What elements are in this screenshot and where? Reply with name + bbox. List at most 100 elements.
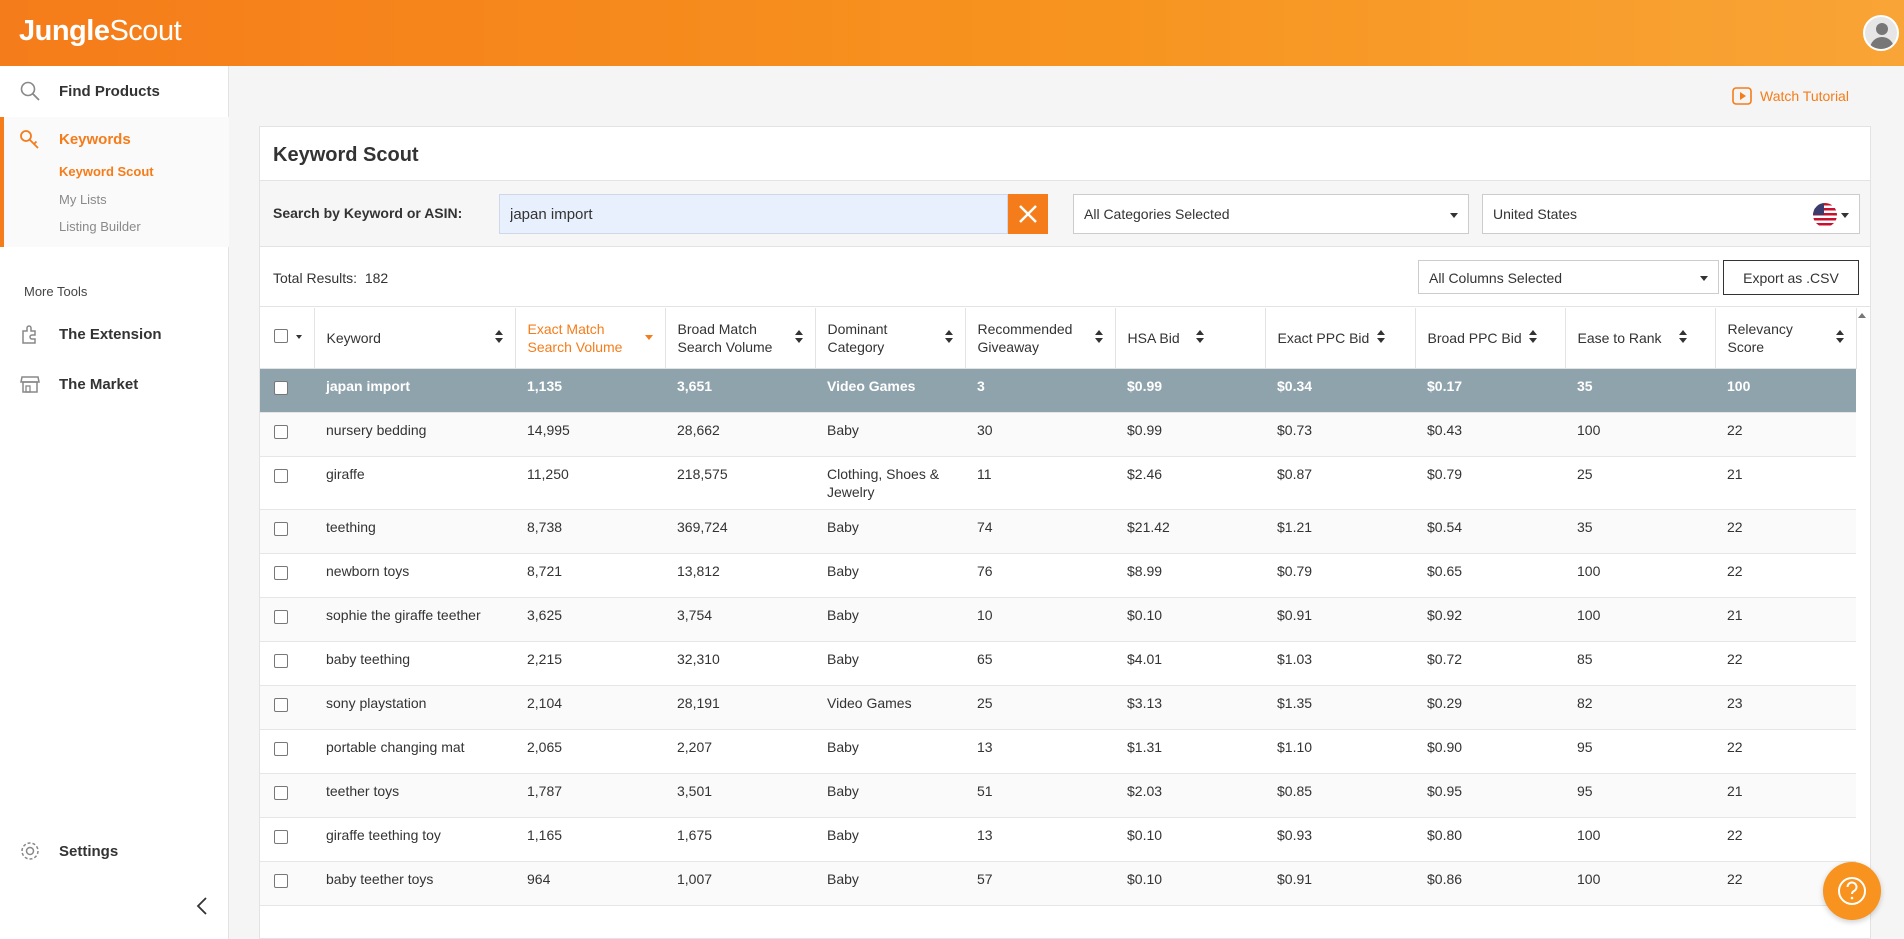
header-hsa-bid[interactable]: HSA Bid [1115, 308, 1266, 369]
keywords-section: Keywords Keyword Scout My Lists Listing … [0, 117, 229, 247]
header-keyword[interactable]: Keyword [314, 308, 516, 369]
cell-relevancy-score: 21 [1715, 773, 1856, 818]
sidebar-item-extension[interactable]: The Extension [0, 319, 229, 349]
cell-dominant-category: Baby [815, 773, 965, 818]
cell-hsa-bid: $21.42 [1115, 509, 1265, 554]
table-row[interactable]: teether toys 1,787 3,501 Baby 51 $2.03 $0.85 $0… [260, 773, 1856, 818]
jungle-scout-logo[interactable]: JungleScout [19, 15, 182, 48]
clear-search-button[interactable] [1008, 194, 1048, 234]
scroll-up-arrow[interactable] [1858, 313, 1866, 318]
table-row[interactable]: sophie the giraffe teether 3,625 3,754 Baby… [260, 597, 1856, 642]
row-checkbox[interactable] [274, 565, 288, 580]
cell-dominant-category: Baby [815, 641, 965, 686]
cell-exact-search-volume: 8,738 [515, 509, 665, 554]
top-bar: JungleScout [0, 0, 1904, 66]
header-recommended-giveaway[interactable]: Recommended Giveaway [965, 308, 1116, 369]
header-exact-ppc-bid[interactable]: Exact PPC Bid [1265, 308, 1416, 369]
cell-hsa-bid: $0.10 [1115, 597, 1265, 642]
cell-exact-ppc-bid: $1.03 [1265, 641, 1415, 686]
header-relevancy-score[interactable]: Relevancy Score [1715, 308, 1857, 369]
header-broad-match[interactable]: Broad Match Search Volume [665, 308, 816, 369]
chevron-left-icon[interactable] [193, 896, 213, 916]
table-row[interactable]: sony playstation 2,104 28,191 Video Games 25… [260, 685, 1856, 730]
table-row[interactable]: teething 8,738 369,724 Baby 74 $21.42 $1.21 $0.… [260, 509, 1856, 554]
sidebar-item-label: The Market [59, 375, 139, 393]
user-avatar[interactable] [1863, 15, 1899, 51]
search-bar: Search by Keyword or ASIN: All Categorie… [260, 180, 1870, 247]
header-ease-to-rank[interactable]: Ease to Rank [1565, 308, 1716, 369]
sidebar-item-find-products[interactable]: Find Products [0, 76, 229, 106]
cell-dominant-category: Clothing, Shoes & Jewelry [815, 456, 965, 510]
sidebar-item-market[interactable]: The Market [0, 369, 229, 399]
header-broad-ppc-bid[interactable]: Broad PPC Bid [1415, 308, 1566, 369]
row-checkbox[interactable] [274, 653, 288, 668]
table-row[interactable]: baby teether toys 964 1,007 Baby 57 $0.10 $0.9… [260, 861, 1856, 906]
sidebar-item-my-lists[interactable]: My Lists [59, 192, 107, 207]
sidebar-item-keywords[interactable]: Keywords [59, 131, 131, 148]
cell-hsa-bid: $2.46 [1115, 456, 1265, 510]
cell-recommended-giveaway: 25 [965, 685, 1115, 730]
caret-down-icon[interactable] [296, 335, 302, 339]
cell-broad-search-volume: 32,310 [665, 641, 815, 686]
row-checkbox[interactable] [274, 609, 288, 624]
cell-exact-ppc-bid: $1.10 [1265, 729, 1415, 774]
row-checkbox[interactable] [274, 741, 288, 756]
row-checkbox[interactable] [274, 424, 288, 439]
cell-hsa-bid: $0.99 [1115, 412, 1265, 457]
watch-tutorial-link[interactable]: Watch Tutorial [1732, 87, 1849, 105]
table-row[interactable]: giraffe 11,250 218,575 Clothing, Shoes & Je… [260, 456, 1856, 510]
sidebar-item-settings[interactable]: Settings [0, 836, 229, 866]
header-label: Search Volume [527, 338, 623, 355]
play-icon [1732, 87, 1752, 105]
header-dominant-category[interactable]: Dominant Category [815, 308, 966, 369]
search-icon [20, 81, 40, 101]
export-csv-button[interactable]: Export as .CSV [1723, 260, 1859, 295]
sort-icon [1835, 330, 1844, 344]
help-button[interactable] [1823, 862, 1881, 920]
table-row[interactable]: baby teething 2,215 32,310 Baby 65 $4.01 $1.03… [260, 641, 1856, 686]
sort-icon [494, 330, 503, 344]
row-checkbox[interactable] [274, 521, 288, 536]
sidebar-item-keyword-scout[interactable]: Keyword Scout [59, 164, 154, 179]
cell-keyword: newborn toys [314, 553, 515, 598]
cell-hsa-bid: $4.01 [1115, 641, 1265, 686]
header-exact-match[interactable]: Exact Match Search Volume [515, 308, 666, 369]
row-checkbox[interactable] [274, 873, 288, 888]
cell-relevancy-score: 100 [1715, 368, 1856, 413]
cell-recommended-giveaway: 10 [965, 597, 1115, 642]
row-checkbox[interactable] [274, 697, 288, 712]
cell-exact-search-volume: 14,995 [515, 412, 665, 457]
cell-ease-to-rank: 100 [1565, 597, 1715, 642]
cell-dominant-category: Baby [815, 412, 965, 457]
select-all-checkbox[interactable] [274, 328, 288, 343]
cell-exact-ppc-bid: $0.87 [1265, 456, 1415, 510]
cell-broad-search-volume: 218,575 [665, 456, 815, 510]
row-checkbox[interactable] [274, 380, 288, 395]
table-body: japan import 1,135 3,651 Video Games 3 $0.99 $… [260, 368, 1856, 906]
row-checkbox[interactable] [274, 468, 288, 483]
table-row[interactable]: newborn toys 8,721 13,812 Baby 76 $8.99 $0.79 $… [260, 553, 1856, 598]
sidebar-item-listing-builder[interactable]: Listing Builder [59, 219, 141, 234]
search-input[interactable] [499, 194, 1008, 234]
row-checkbox[interactable] [274, 785, 288, 800]
cell-exact-ppc-bid: $0.85 [1265, 773, 1415, 818]
cell-broad-search-volume: 2,207 [665, 729, 815, 774]
table-row[interactable]: giraffe teething toy 1,165 1,675 Baby 13 $0.1… [260, 817, 1856, 862]
logo-light-text: Scout [109, 15, 182, 47]
logo-bold-text: Jungle [19, 15, 110, 47]
categories-dropdown[interactable]: All Categories Selected [1073, 194, 1469, 234]
results-toolbar: Total Results: 182 All Columns Selected … [260, 247, 1870, 307]
table-row[interactable]: portable changing mat 2,065 2,207 Baby 13 $1.… [260, 729, 1856, 774]
header-label: Broad PPC Bid [1427, 329, 1522, 346]
us-flag-icon [1813, 203, 1837, 227]
table-row[interactable]: japan import 1,135 3,651 Video Games 3 $0.99 $… [260, 368, 1856, 413]
cell-ease-to-rank: 25 [1565, 456, 1715, 510]
cell-hsa-bid: $0.99 [1115, 368, 1265, 413]
country-dropdown[interactable]: United States [1482, 194, 1860, 234]
columns-dropdown[interactable]: All Columns Selected [1418, 260, 1719, 294]
table-row[interactable]: nursery bedding 14,995 28,662 Baby 30 $0.99 $0… [260, 412, 1856, 457]
country-value: United States [1493, 206, 1578, 222]
cell-ease-to-rank: 82 [1565, 685, 1715, 730]
row-checkbox[interactable] [274, 829, 288, 844]
gear-icon [21, 842, 39, 860]
